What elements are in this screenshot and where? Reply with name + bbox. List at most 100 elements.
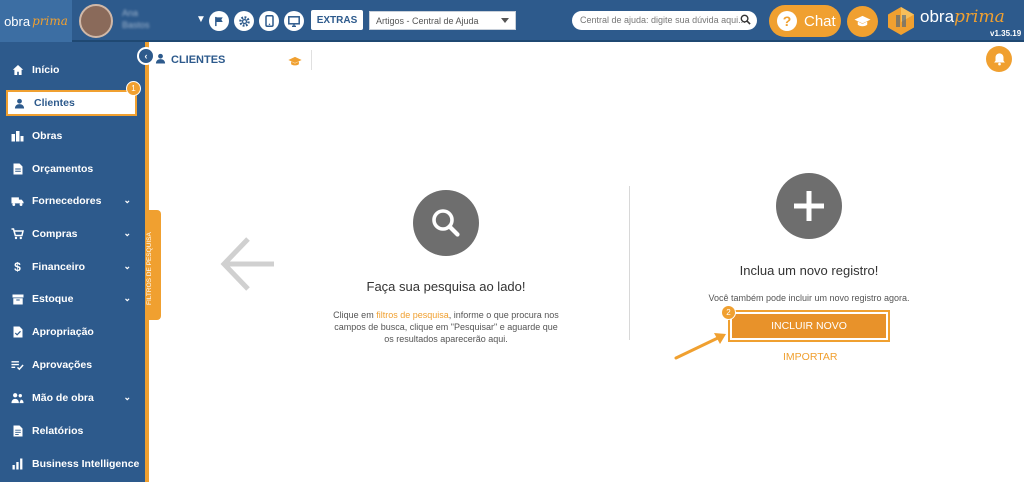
document-check-icon: [11, 326, 24, 339]
search-heading: Faça sua pesquisa ao lado!: [366, 279, 526, 294]
checklist-icon: [11, 359, 24, 372]
sidebar-item-label: Clientes: [34, 97, 75, 109]
top-bar: obra prima Ana Bastos ▼ EXTRAS Artigos - …: [0, 0, 1024, 42]
help-articles-select[interactable]: Artigos - Central de Ajuda: [369, 11, 516, 30]
sidebar-item-label: Mão de obra: [32, 392, 94, 404]
help-search-input[interactable]: Central de ajuda: digite sua dúvida aqui…: [572, 11, 757, 30]
user-name: Ana Bastos: [122, 7, 150, 31]
gear-icon[interactable]: [234, 11, 254, 31]
plus-icon: [776, 173, 842, 239]
user-icon: [13, 97, 26, 110]
sidebar-item-label: Apropriação: [32, 326, 94, 338]
pointer-arrow-icon: [672, 330, 732, 367]
workers-icon: [11, 392, 24, 405]
divider: [311, 50, 312, 70]
sidebar-item-label: Fornecedores: [32, 195, 102, 207]
extras-button[interactable]: EXTRAS: [311, 10, 363, 30]
graduation-cap-icon[interactable]: [288, 54, 302, 72]
page-title-text: CLIENTES: [171, 54, 226, 66]
report-icon: [11, 425, 24, 438]
sidebar-item-orcamentos[interactable]: Orçamentos: [0, 157, 145, 181]
sidebar-item-fornecedores[interactable]: Fornecedores ⌄: [0, 189, 145, 213]
search-placeholder: Central de ajuda: digite sua dúvida aqui…: [580, 15, 746, 25]
sidebar-item-apropriacao[interactable]: Apropriação: [0, 320, 145, 344]
brand-logo-icon: [886, 6, 916, 36]
sidebar-item-mao-de-obra[interactable]: Mão de obra ⌄: [0, 386, 145, 410]
chevron-down-icon: ⌄: [123, 228, 131, 238]
instructions-text: Clique em: [333, 310, 377, 320]
search-filters-link[interactable]: filtros de pesquisa: [376, 310, 449, 320]
brand-name: obraprima: [920, 7, 1005, 27]
cart-icon: [11, 228, 24, 241]
sidebar-item-relatorios[interactable]: Relatórios: [0, 419, 145, 443]
sidebar-item-label: Orçamentos: [32, 163, 94, 175]
sidebar-item-clientes[interactable]: Clientes: [6, 90, 137, 116]
search-filters-label: FILTROS DE PESQUISA: [146, 232, 153, 305]
instructions-text: , informe o que procura nos: [448, 310, 559, 320]
brand-text: obra: [920, 7, 955, 26]
chat-label: Chat: [804, 12, 836, 30]
sidebar-item-business-intelligence[interactable]: Business Intelligence: [0, 452, 145, 476]
sidebar-item-compras[interactable]: Compras ⌄: [0, 222, 145, 246]
sidebar-item-estoque[interactable]: Estoque ⌄: [0, 287, 145, 311]
user-name-line1: Ana: [122, 8, 139, 18]
logo-text: obra: [4, 13, 31, 29]
avatar[interactable]: [79, 4, 113, 38]
box-icon: [11, 293, 24, 306]
sidebar-item-label: Aprovações: [32, 359, 93, 371]
instructions-text: os resultados aparecerão aqui.: [384, 334, 508, 344]
version-label: v1.35.19: [990, 29, 1022, 38]
help-select-value: Artigos - Central de Ajuda: [376, 16, 479, 26]
app-logo[interactable]: obra prima: [0, 0, 72, 42]
search-filters-tab[interactable]: FILTROS DE PESQUISA: [145, 210, 161, 320]
mobile-icon[interactable]: [259, 11, 279, 31]
monitor-icon[interactable]: [284, 11, 304, 31]
user-name-line2: Bastos: [122, 20, 150, 30]
new-record-heading: Inclua um novo registro!: [739, 263, 879, 278]
chat-button[interactable]: ? Chat: [769, 5, 841, 37]
sidebar-item-label: Estoque: [32, 293, 74, 305]
search-icon[interactable]: [740, 14, 751, 27]
sidebar: Início Clientes Obras Orçamentos Fornece…: [0, 42, 145, 482]
dollar-icon: $: [14, 260, 21, 274]
bell-icon[interactable]: [986, 46, 1012, 72]
chevron-down-icon: ⌄: [123, 293, 131, 303]
user-menu-chevron-icon[interactable]: ▼: [196, 14, 206, 25]
new-record-subtext: Você também pode incluir um novo registr…: [708, 293, 910, 303]
sidebar-item-obras[interactable]: Obras: [0, 124, 145, 148]
chevron-down-icon: ⌄: [123, 392, 131, 402]
logo-text-accent: prima: [32, 14, 68, 28]
question-icon: ?: [777, 11, 797, 31]
sidebar-item-label: Compras: [32, 228, 78, 240]
chevron-down-icon: [501, 18, 509, 23]
page-title: CLIENTES: [155, 53, 225, 67]
flag-icon[interactable]: [209, 11, 229, 31]
sidebar-item-aprovacoes[interactable]: Aprovações: [0, 353, 145, 377]
sidebar-item-label: Financeiro: [32, 261, 86, 273]
user-icon: [155, 53, 166, 67]
sidebar-item-label: Início: [32, 64, 60, 76]
sidebar-item-financeiro[interactable]: $ Financeiro ⌄: [0, 255, 145, 279]
bar-chart-icon: [11, 458, 24, 471]
add-new-button[interactable]: INCLUIR NOVO: [728, 310, 890, 342]
collapse-sidebar-button[interactable]: ‹: [137, 47, 155, 65]
search-instructions: Clique em filtros de pesquisa, informe o…: [316, 309, 576, 345]
sidebar-item-label: Relatórios: [32, 425, 84, 437]
graduation-cap-icon[interactable]: [847, 6, 878, 37]
step-badge-2: 2: [721, 305, 736, 320]
arrow-left-icon: [220, 235, 276, 298]
import-link[interactable]: IMPORTAR: [783, 351, 837, 363]
search-icon: [413, 190, 479, 256]
chevron-down-icon: ⌄: [123, 195, 131, 205]
buildings-icon: [11, 130, 24, 143]
chevron-down-icon: ⌄: [123, 261, 131, 271]
instructions-text: campos de busca, clique em "Pesquisar" e…: [334, 322, 558, 332]
sidebar-item-label: Business Intelligence: [32, 458, 140, 470]
brand-text-accent: prima: [954, 7, 1005, 27]
sidebar-item-label: Obras: [32, 130, 63, 142]
sidebar-item-inicio[interactable]: Início: [0, 58, 145, 82]
document-icon: [11, 163, 24, 176]
truck-icon: [11, 195, 24, 208]
home-icon: [11, 64, 24, 77]
panel-divider: [629, 186, 630, 340]
